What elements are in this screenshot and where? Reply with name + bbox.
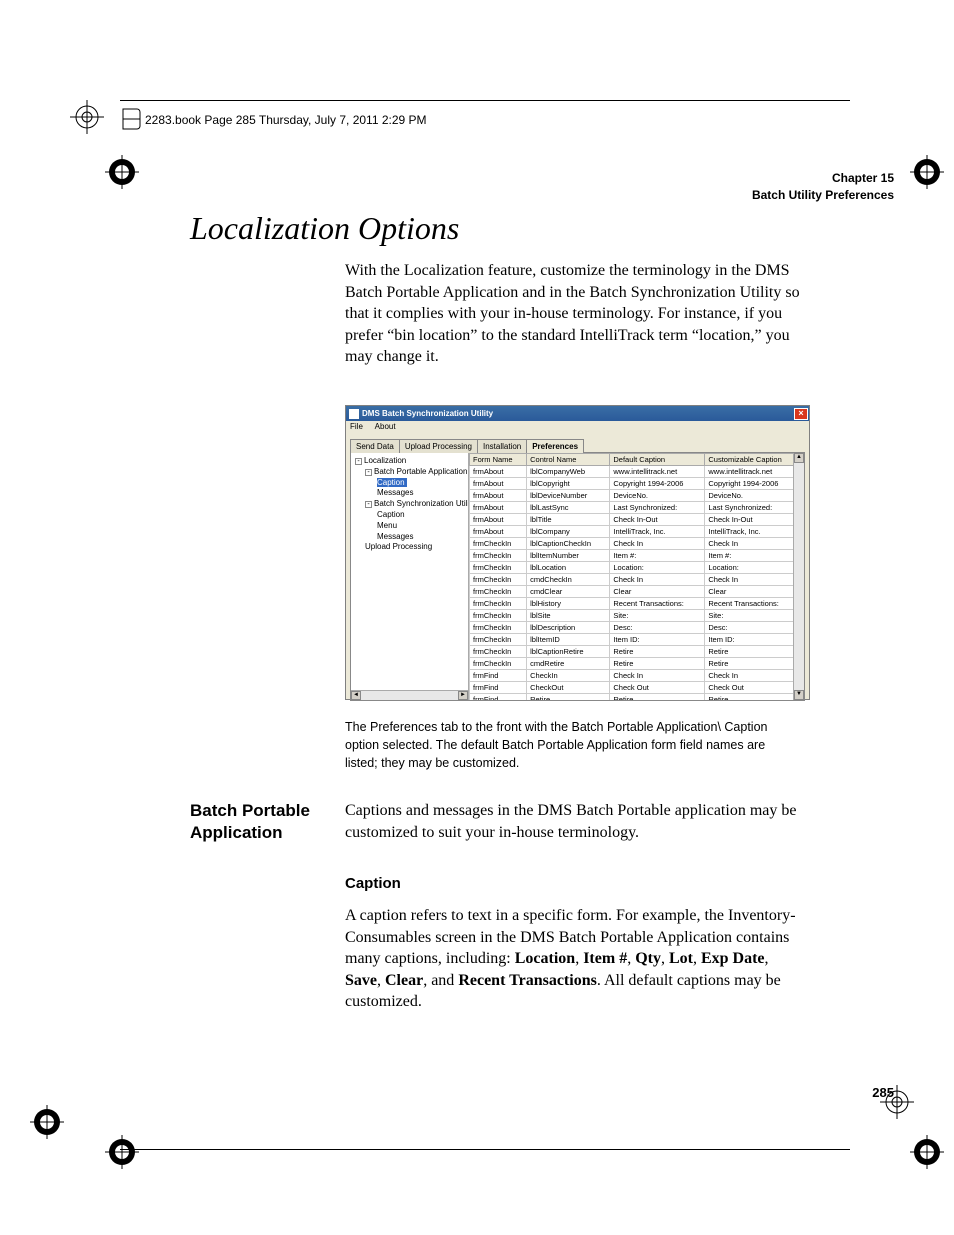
table-row[interactable]: frmFindCheckOutCheck OutCheck Out — [470, 682, 804, 694]
table-row[interactable]: frmCheckInlblSiteSite:Site: — [470, 610, 804, 622]
tree-node[interactable]: Caption — [353, 510, 466, 521]
scroll-right-icon[interactable]: ► — [458, 691, 468, 700]
chapter-title: Batch Utility Preferences — [752, 187, 894, 204]
table-row[interactable]: frmCheckInlblCaptionRetireRetireRetire — [470, 646, 804, 658]
tree-node[interactable]: Messages — [353, 488, 466, 499]
tree-node[interactable]: Messages — [353, 532, 466, 543]
scroll-left-icon[interactable]: ◄ — [351, 691, 361, 700]
tab-installation[interactable]: Installation — [477, 439, 527, 453]
tab-strip: Send Data Upload Processing Installation… — [350, 438, 805, 453]
menu-bar: File About — [346, 421, 809, 432]
chapter-label: Chapter 15 — [752, 170, 894, 187]
tree-scrollbar-horizontal[interactable]: ◄► — [351, 690, 468, 700]
tree-node[interactable]: -Batch Synchronization Utility — [353, 499, 466, 510]
intro-paragraph: With the Localization feature, customize… — [345, 260, 800, 368]
crop-mark-icon — [30, 1105, 64, 1139]
table-row[interactable]: frmAboutlblTitleCheck In-OutCheck In-Out — [470, 514, 804, 526]
tab-send-data[interactable]: Send Data — [350, 439, 400, 453]
table-row[interactable]: frmCheckInlblDescriptionDesc:Desc: — [470, 622, 804, 634]
table-row[interactable]: frmFindCheckInCheck InCheck In — [470, 670, 804, 682]
tab-upload-processing[interactable]: Upload Processing — [399, 439, 478, 453]
paragraph-bpa: Captions and messages in the DMS Batch P… — [345, 800, 800, 843]
tab-body: -Localization-Batch Portable Application… — [350, 453, 805, 701]
table-row[interactable]: frmCheckIncmdClearClearClear — [470, 586, 804, 598]
table-row[interactable]: frmAboutlblCompanyIntelliTrack, Inc.Inte… — [470, 526, 804, 538]
table-row[interactable]: frmCheckInlblItemNumberItem #:Item #: — [470, 550, 804, 562]
book-icon — [122, 108, 142, 135]
tree-expander-icon[interactable]: - — [365, 501, 372, 508]
tree-node[interactable]: Menu — [353, 521, 466, 532]
paragraph-caption: A caption refers to text in a specific f… — [345, 905, 800, 1013]
column-header[interactable]: Default Caption — [610, 454, 705, 466]
table-row[interactable]: frmCheckInlblItemIDItem ID:Item ID: — [470, 634, 804, 646]
section-heading: Localization Options — [190, 210, 459, 247]
sidebar-heading: Batch Portable Application — [190, 800, 320, 844]
tree-view[interactable]: -Localization-Batch Portable Application… — [351, 453, 469, 700]
table-row[interactable]: frmAboutlblCompanyWebwww.intellitrack.ne… — [470, 466, 804, 478]
tree-node[interactable]: -Localization — [353, 456, 466, 467]
table-row[interactable]: frmCheckInlblHistoryRecent Transactions:… — [470, 598, 804, 610]
page-number: 285 — [872, 1085, 894, 1100]
crop-mark-icon — [70, 100, 104, 134]
tree-expander-icon[interactable]: - — [355, 458, 362, 465]
grid-scrollbar-vertical[interactable]: ▲▼ — [793, 453, 804, 700]
column-header[interactable]: Control Name — [527, 454, 610, 466]
subheading-caption: Caption — [345, 875, 401, 892]
grid-view[interactable]: Form NameControl NameDefault CaptionCust… — [469, 453, 804, 700]
column-header[interactable]: Customizable Caption — [705, 454, 804, 466]
title-bar: DMS Batch Synchronization Utility × — [346, 406, 809, 421]
table-row[interactable]: frmCheckIncmdCheckInCheck InCheck In — [470, 574, 804, 586]
tree-node[interactable]: -Batch Portable Application — [353, 467, 466, 478]
crop-mark-icon — [910, 1135, 944, 1169]
table-row[interactable]: frmCheckIncmdRetireRetireRetire — [470, 658, 804, 670]
app-window: DMS Batch Synchronization Utility × File… — [345, 405, 810, 700]
table-row[interactable]: frmAboutlblLastSyncLast Synchronized:Las… — [470, 502, 804, 514]
table-row[interactable]: frmCheckInlblLocationLocation:Location: — [470, 562, 804, 574]
table-row[interactable]: frmAboutlblCopyrightCopyright 1994-2006C… — [470, 478, 804, 490]
table-row[interactable]: frmCheckInlblCaptionCheckInCheck InCheck… — [470, 538, 804, 550]
table-row[interactable]: frmFindRetireRetireRetire — [470, 694, 804, 701]
column-header[interactable]: Form Name — [470, 454, 527, 466]
book-meta-line: 2283.book Page 285 Thursday, July 7, 201… — [145, 113, 427, 127]
table-row[interactable]: frmAboutlblDeviceNumberDeviceNo.DeviceNo… — [470, 490, 804, 502]
tree-node[interactable]: Upload Processing — [353, 542, 466, 553]
close-icon[interactable]: × — [794, 408, 808, 420]
crop-mark-icon — [910, 155, 944, 189]
menu-file[interactable]: File — [350, 422, 363, 431]
tree-node[interactable]: Caption — [353, 478, 466, 489]
running-header: Chapter 15 Batch Utility Preferences — [752, 170, 894, 204]
window-title: DMS Batch Synchronization Utility — [362, 409, 493, 418]
menu-about[interactable]: About — [375, 422, 396, 431]
figure-caption: The Preferences tab to the front with th… — [345, 718, 800, 772]
scroll-down-icon[interactable]: ▼ — [794, 690, 804, 700]
tree-expander-icon[interactable]: - — [365, 469, 372, 476]
app-icon — [349, 409, 359, 419]
scroll-up-icon[interactable]: ▲ — [794, 453, 804, 463]
tab-preferences[interactable]: Preferences — [526, 439, 584, 453]
